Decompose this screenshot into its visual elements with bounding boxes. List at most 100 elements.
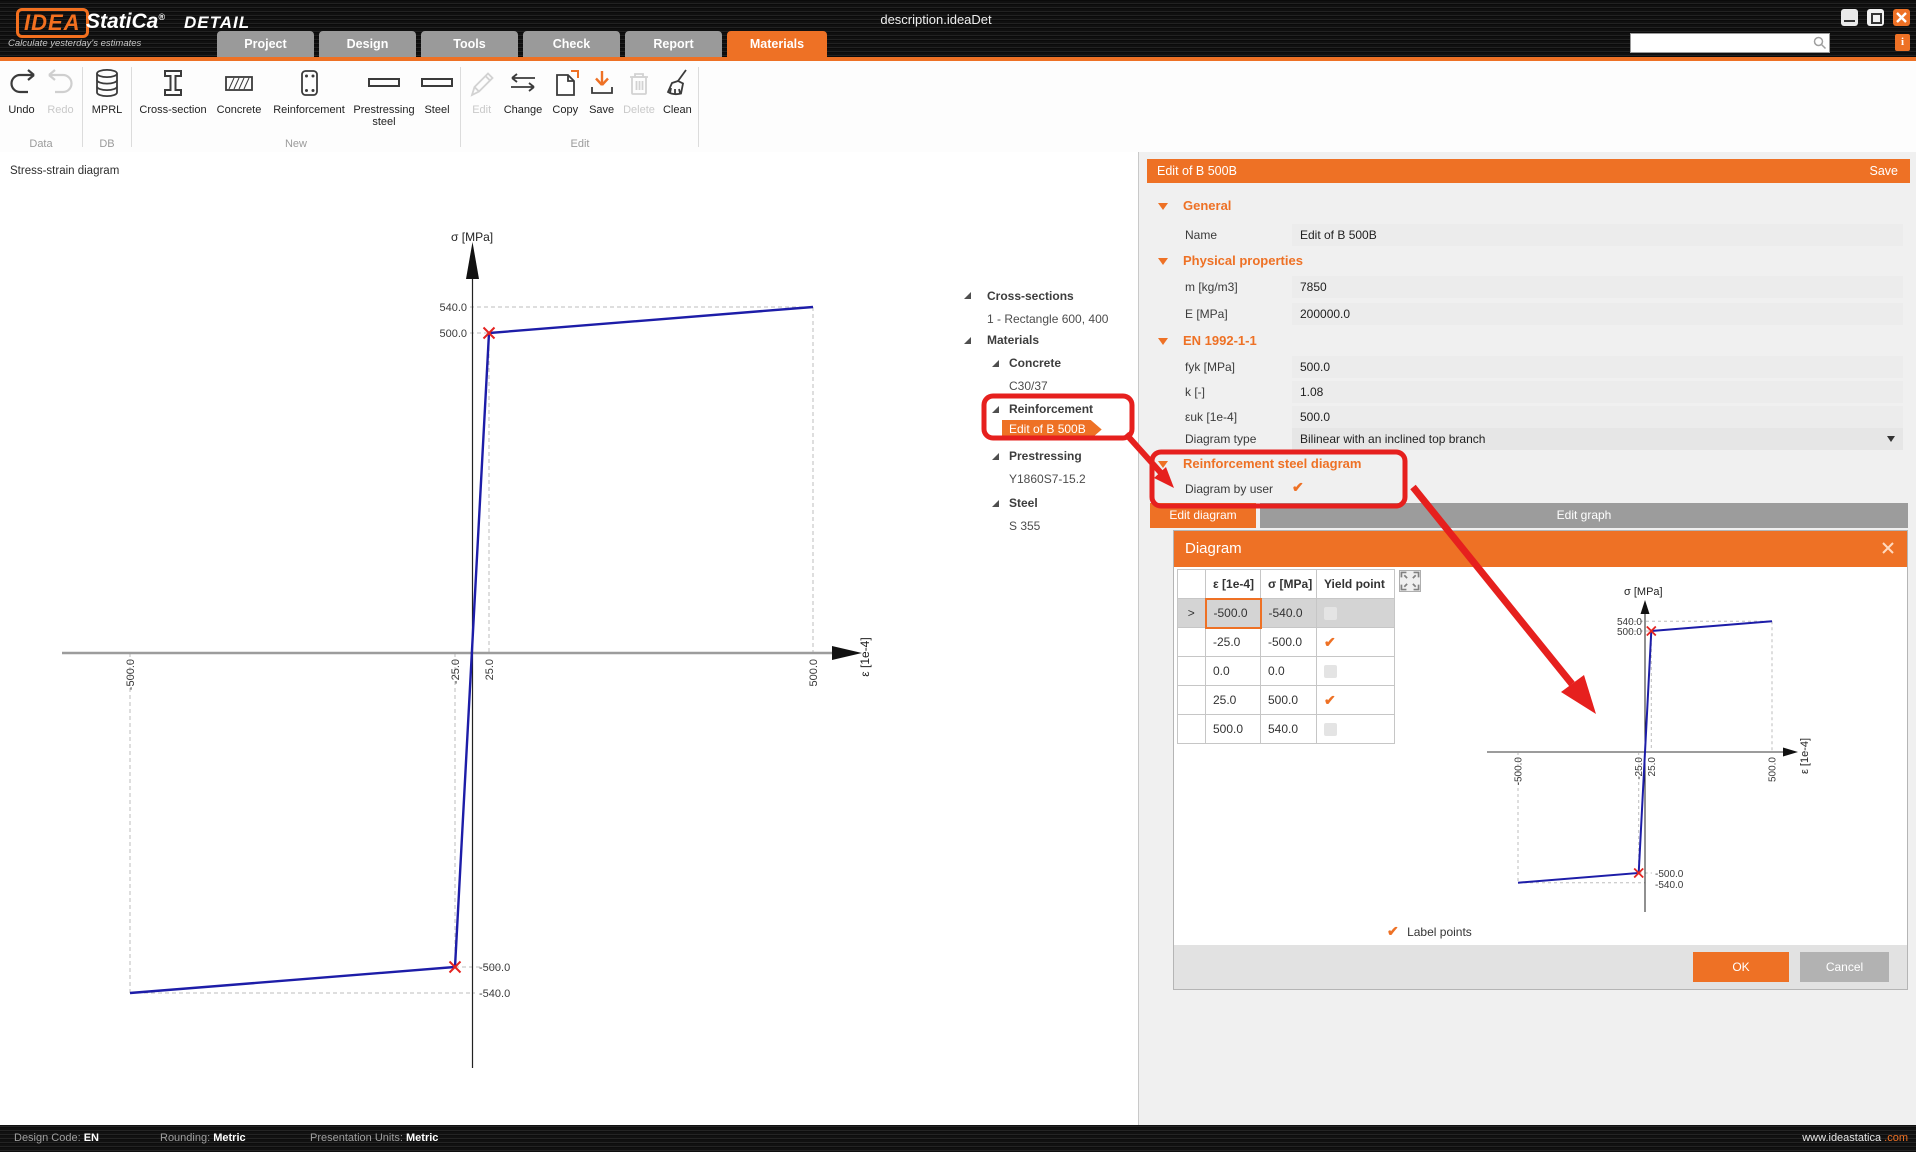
diagram-by-user-checkbox[interactable] <box>1292 479 1304 496</box>
eps-cell[interactable]: 500.0 <box>1206 715 1261 744</box>
expand-arrows-icon <box>1400 571 1420 591</box>
yield-cell[interactable] <box>1317 628 1395 657</box>
sigma-cell[interactable]: -500.0 <box>1261 628 1317 657</box>
sigma-cell[interactable]: 500.0 <box>1261 686 1317 715</box>
yield-checkbox[interactable] <box>1324 723 1337 736</box>
expander-icon[interactable] <box>964 292 971 299</box>
tab-design[interactable]: Design <box>319 31 416 57</box>
xtick-neg500: -500.0 <box>1514 757 1525 786</box>
tree-item-steel[interactable]: Steel <box>1009 496 1038 510</box>
sigma-cell[interactable]: 0.0 <box>1261 657 1317 686</box>
expander-icon[interactable] <box>992 406 999 413</box>
yield-cell[interactable] <box>1317 657 1395 686</box>
search-input[interactable] <box>1633 34 1812 52</box>
delete-button[interactable]: Delete <box>619 61 658 116</box>
e-field[interactable]: 200000.0 <box>1292 303 1903 325</box>
yield-cell[interactable] <box>1317 686 1395 715</box>
expander-icon[interactable] <box>992 500 999 507</box>
sigma-cell[interactable]: 540.0 <box>1261 715 1317 744</box>
section-collapse-icon[interactable] <box>1158 461 1168 468</box>
cancel-button[interactable]: Cancel <box>1800 952 1889 982</box>
sigma-cell[interactable]: -540.0 <box>1261 599 1317 628</box>
expander-icon[interactable] <box>964 337 971 344</box>
row-selector[interactable]: > <box>1178 599 1206 628</box>
row-selector[interactable] <box>1178 657 1206 686</box>
section-collapse-icon[interactable] <box>1158 203 1168 210</box>
yield-checkbox[interactable] <box>1324 665 1337 678</box>
yield-checkbox[interactable] <box>1324 634 1336 650</box>
info-button[interactable]: i <box>1895 34 1910 51</box>
section-collapse-icon[interactable] <box>1158 258 1168 265</box>
table-row: 25.0 500.0 <box>1178 686 1395 715</box>
edit-graph-button[interactable]: Edit graph <box>1260 503 1908 528</box>
ok-button[interactable]: OK <box>1693 952 1789 982</box>
tree-item-concrete[interactable]: Concrete <box>1009 356 1061 370</box>
save-button[interactable]: Save <box>584 61 619 116</box>
save-icon <box>585 66 619 102</box>
dialog-title: Diagram <box>1185 531 1242 567</box>
tree-item-edit-of-b500b[interactable]: Edit of B 500B <box>1002 420 1102 439</box>
prestressing-steel-button[interactable]: Prestressing steel <box>351 61 417 128</box>
tree-item-rectangle[interactable]: 1 - Rectangle 600, 400 <box>987 312 1108 326</box>
eps-cell[interactable]: 25.0 <box>1206 686 1261 715</box>
website-link[interactable]: www.ideastatica .com <box>1802 1125 1908 1152</box>
maximize-button[interactable] <box>1867 9 1884 26</box>
edit-diagram-button[interactable]: Edit diagram <box>1150 503 1256 528</box>
minimize-button[interactable] <box>1841 9 1858 26</box>
tab-report[interactable]: Report <box>625 31 722 57</box>
expand-table-button[interactable] <box>1399 570 1421 592</box>
close-button[interactable] <box>1893 9 1910 26</box>
section-general: General <box>1183 198 1231 213</box>
k-field[interactable]: 1.08 <box>1292 381 1903 403</box>
expander-icon[interactable] <box>992 453 999 460</box>
m-field[interactable]: 7850 <box>1292 276 1903 298</box>
yield-cell[interactable] <box>1317 715 1395 744</box>
cross-section-button[interactable]: Cross-section <box>135 61 211 116</box>
dialog-close-icon[interactable] <box>1881 541 1895 555</box>
y-axis-arrow <box>1641 600 1650 614</box>
row-selector[interactable] <box>1178 686 1206 715</box>
row-selector[interactable] <box>1178 715 1206 744</box>
yield-cell[interactable] <box>1317 599 1395 628</box>
reinforcement-button[interactable]: Reinforcement <box>267 61 351 116</box>
tree-item-c30-37[interactable]: C30/37 <box>1009 379 1048 393</box>
mprl-button[interactable]: MPRL <box>85 61 129 116</box>
eps-cell[interactable]: -25.0 <box>1206 628 1261 657</box>
concrete-button[interactable]: Concrete <box>211 61 267 116</box>
panel-save-button[interactable]: Save <box>1870 159 1899 183</box>
undo-button[interactable]: Undo <box>2 61 41 116</box>
selector-column-header <box>1178 570 1206 599</box>
tree-item-y1860s7[interactable]: Y1860S7-15.2 <box>1009 472 1086 486</box>
name-field[interactable]: Edit of B 500B <box>1292 224 1903 246</box>
tab-materials[interactable]: Materials <box>727 31 827 57</box>
sigma-column-header: σ [MPa] <box>1261 570 1317 599</box>
yield-checkbox[interactable] <box>1324 607 1337 620</box>
section-collapse-icon[interactable] <box>1158 338 1168 345</box>
diagram-type-dropdown[interactable]: Bilinear with an inclined top branch <box>1292 428 1903 450</box>
tree-item-s355[interactable]: S 355 <box>1009 519 1040 533</box>
yield-checkbox[interactable] <box>1324 692 1336 708</box>
tab-check[interactable]: Check <box>523 31 620 57</box>
ribbon-group-label: Data <box>2 138 80 150</box>
tree-item-prestressing[interactable]: Prestressing <box>1009 449 1082 463</box>
label-points-checkbox[interactable] <box>1387 923 1399 939</box>
tab-project[interactable]: Project <box>217 31 314 57</box>
clean-button[interactable]: Clean <box>659 61 696 116</box>
ytick-neg500: -500.0 <box>1655 869 1684 880</box>
change-button[interactable]: Change <box>499 61 546 116</box>
table-row: 500.0 540.0 <box>1178 715 1395 744</box>
edit-button[interactable]: Edit <box>464 61 499 116</box>
eps-cell[interactable]: 0.0 <box>1206 657 1261 686</box>
copy-button[interactable]: Copy <box>547 61 584 116</box>
tree-item-reinforcement[interactable]: Reinforcement <box>1009 402 1093 416</box>
fyk-field[interactable]: 500.0 <box>1292 356 1903 378</box>
euk-field[interactable]: 500.0 <box>1292 406 1903 428</box>
row-selector[interactable] <box>1178 628 1206 657</box>
tree-item-materials[interactable]: Materials <box>987 333 1039 347</box>
steel-button[interactable]: Steel <box>417 61 457 116</box>
tree-item-cross-sections[interactable]: Cross-sections <box>987 289 1074 303</box>
redo-button[interactable]: Redo <box>41 61 80 116</box>
eps-cell[interactable]: -500.0 <box>1206 599 1261 628</box>
expander-icon[interactable] <box>992 360 999 367</box>
tab-tools[interactable]: Tools <box>421 31 518 57</box>
